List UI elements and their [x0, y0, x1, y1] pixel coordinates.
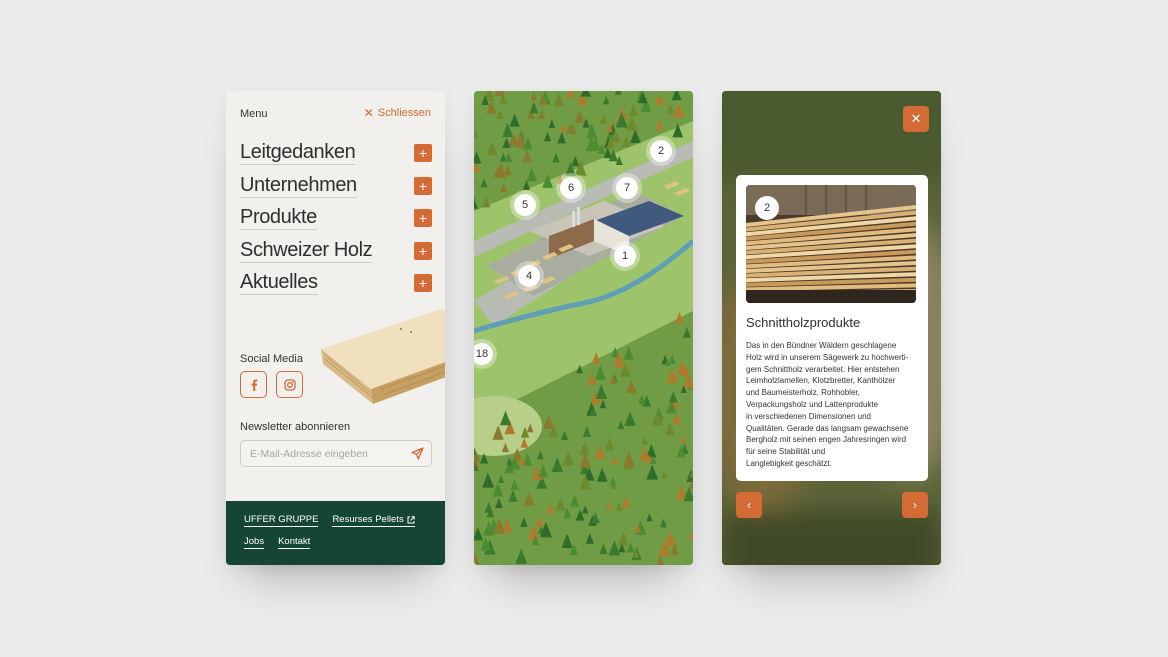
footer-link-label: UFFER GRUPPE	[244, 514, 319, 525]
nav-label: Produkte	[240, 206, 317, 231]
map-screen: 2 6 7 5 1 4 18	[474, 91, 693, 565]
email-input[interactable]	[250, 447, 411, 460]
footer-link-label: Resurses Pellets	[332, 514, 404, 525]
detail-screen: ✕ 2 Schnittholzprodukte Das in den Bündn…	[722, 91, 941, 565]
footer-link-label: Jobs	[244, 536, 265, 547]
chevron-left-icon: ‹	[747, 498, 751, 512]
map-pin-6[interactable]: 6	[560, 177, 582, 199]
menu-footer: UFFER GRUPPE Resurses Pellets Jobs Konta…	[226, 501, 445, 565]
close-label: Schliessen	[377, 107, 431, 119]
newsletter-field	[240, 440, 432, 467]
map-pin-5[interactable]: 5	[514, 194, 536, 216]
detail-pin: 2	[755, 196, 779, 220]
plus-icon[interactable]: +	[414, 274, 432, 293]
nav-label: Leitgedanken	[240, 141, 356, 166]
map-pin-7[interactable]: 7	[616, 177, 638, 199]
footer-link-uffer-gruppe[interactable]: UFFER GRUPPE	[244, 514, 319, 527]
newsletter-heading: Newsletter abonnieren	[240, 421, 351, 433]
detail-card: 2 Schnittholzprodukte Das in den Bündner…	[736, 175, 928, 481]
next-button[interactable]: ›	[902, 492, 928, 518]
menu-title: Menu	[240, 108, 268, 120]
footer-link-jobs[interactable]: Jobs	[244, 536, 265, 549]
nav-item-aktuelles[interactable]: Aktuelles +	[240, 267, 432, 300]
close-icon: ✕	[363, 106, 374, 120]
detail-description: Das in den Bündner Wäldern geschlagene H…	[746, 341, 909, 468]
nav-item-produkte[interactable]: Produkte +	[240, 202, 432, 235]
plus-icon[interactable]: +	[414, 144, 432, 163]
footer-link-label: Kontakt	[278, 536, 311, 547]
social-media-heading: Social Media	[240, 353, 303, 365]
plus-icon[interactable]: +	[414, 176, 432, 195]
chevron-right-icon: ›	[913, 498, 917, 512]
plus-icon[interactable]: +	[414, 209, 432, 228]
close-menu-link[interactable]: ✕ Schliessen	[364, 107, 431, 119]
nav-item-unternehmen[interactable]: Unternehmen +	[240, 170, 432, 203]
nav-item-schweizer-holz[interactable]: Schweizer Holz +	[240, 235, 432, 268]
main-nav: Leitgedanken + Unternehmen + Produkte + …	[240, 137, 432, 300]
instagram-button[interactable]	[276, 371, 303, 398]
social-links	[240, 371, 303, 398]
map-pin-2[interactable]: 2	[650, 140, 672, 162]
facebook-icon	[251, 379, 257, 391]
nav-label: Aktuelles	[240, 271, 318, 296]
sawmill-map-illustration[interactable]	[474, 91, 693, 565]
close-icon: ✕	[910, 111, 922, 126]
footer-link-kontakt[interactable]: Kontakt	[278, 536, 311, 549]
nav-label: Schweizer Holz	[240, 238, 373, 263]
close-detail-button[interactable]: ✕	[903, 106, 929, 132]
nav-label: Unternehmen	[240, 173, 357, 198]
facebook-button[interactable]	[240, 371, 267, 398]
plus-icon[interactable]: +	[414, 241, 432, 260]
instagram-icon	[283, 378, 296, 391]
footer-link-resurses-pellets[interactable]: Resurses Pellets	[332, 514, 415, 527]
wood-plank-image	[321, 309, 445, 404]
map-pin-1[interactable]: 1	[614, 245, 636, 267]
external-link-icon	[407, 516, 415, 524]
detail-title: Schnittholzprodukte	[746, 315, 861, 330]
prev-button[interactable]: ‹	[736, 492, 762, 518]
menu-screen: Menu ✕ Schliessen Leitgedanken + Unterne…	[226, 91, 445, 565]
map-pin-4[interactable]: 4	[518, 265, 540, 287]
nav-item-leitgedanken[interactable]: Leitgedanken +	[240, 137, 432, 170]
send-icon[interactable]	[411, 447, 424, 460]
